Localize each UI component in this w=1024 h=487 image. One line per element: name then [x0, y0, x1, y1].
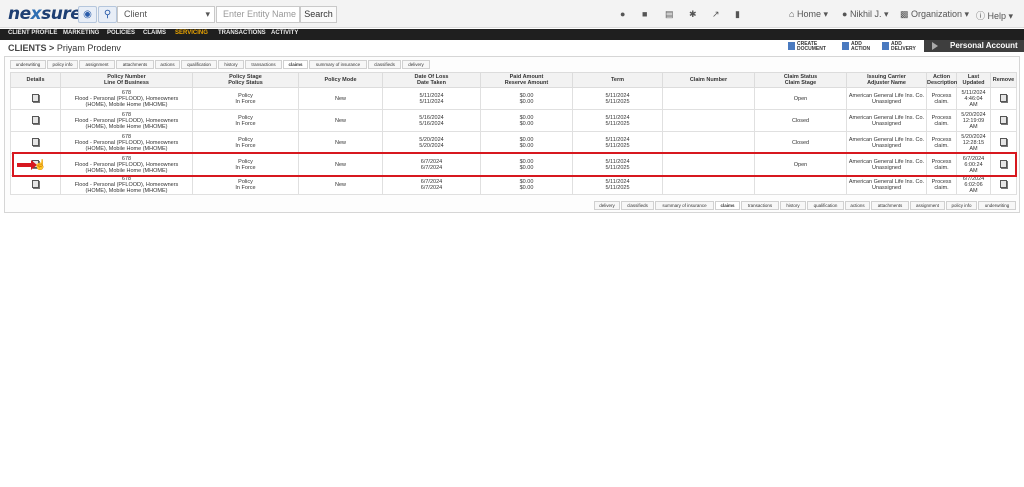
tab-assignment-bottom[interactable]: assignment	[910, 201, 945, 210]
details-icon[interactable]	[32, 137, 39, 146]
tab-claims-bottom[interactable]: claims	[715, 201, 740, 210]
table-row: 678 Flood - Personal (PFLOOD), Homeowners…	[10, 175, 1017, 195]
tab-classifieds[interactable]: classifieds	[368, 60, 401, 69]
tab-claims[interactable]: claims	[283, 60, 308, 69]
chat-icon[interactable]: ■	[642, 9, 647, 19]
tab-transactions[interactable]: transactions	[245, 60, 282, 69]
calendar-icon	[842, 42, 849, 50]
help-menu[interactable]: ⓘ Help ▾	[976, 9, 1013, 22]
tab-underwriting-bottom[interactable]: underwriting	[978, 201, 1016, 210]
row-highlight-box	[12, 152, 1017, 177]
bottom-tabs: delivery classifieds summary of insuranc…	[0, 201, 1024, 211]
tab-assignment[interactable]: assignment	[79, 60, 115, 69]
col-policy-mode[interactable]: Policy Mode	[298, 72, 383, 88]
bookmark-icon[interactable]: ▮	[735, 9, 740, 20]
tab-underwriting[interactable]: underwriting	[10, 60, 46, 69]
col-date-of-loss[interactable]: Date Of Loss Date Taken	[382, 72, 481, 88]
tab-qualification-bottom[interactable]: qualification	[807, 201, 844, 210]
remove-icon[interactable]	[1000, 137, 1007, 146]
user-menu[interactable]: ● Nikhil J. ▾	[842, 9, 888, 20]
tab-history[interactable]: history	[218, 60, 244, 69]
tab-classifieds-bottom[interactable]: classifieds	[621, 201, 654, 210]
delivery-icon	[882, 42, 889, 50]
col-term[interactable]: Term	[572, 72, 663, 88]
col-claim-number[interactable]: Claim Number	[662, 72, 755, 88]
table-header-row: Details Policy Number Line Of Business Po…	[10, 72, 1017, 88]
create-document-button[interactable]: CREATE DOCUMENT	[788, 42, 826, 52]
top-tabs: underwriting policy info assignment atta…	[0, 60, 1024, 70]
tab-summary-of-insurance-bottom[interactable]: summary of insurance	[655, 201, 714, 210]
tab-attachments-bottom[interactable]: attachments	[871, 201, 909, 210]
gear-icon[interactable]: ✱	[689, 9, 697, 20]
tab-summary-of-insurance[interactable]: summary of insurance	[309, 60, 367, 69]
col-claim-status[interactable]: Claim Status Claim Stage	[754, 72, 847, 88]
home-icon: ⌂	[789, 9, 795, 19]
table-row: 678 Flood - Personal (PFLOOD), Homeowners…	[10, 87, 1017, 110]
nav-client-profile[interactable]: CLIENT PROFILE	[8, 30, 57, 36]
breadcrumb-client: Priyam Prodenv	[56, 43, 121, 53]
remove-icon[interactable]	[1000, 93, 1007, 102]
binoculars-icon[interactable]: ◉	[78, 6, 97, 23]
tab-attachments[interactable]: attachments	[116, 60, 154, 69]
col-paid-amount[interactable]: Paid Amount Reserve Amount	[480, 72, 573, 88]
breadcrumb-root[interactable]: CLIENTS	[8, 43, 47, 53]
table-row: 678 Flood - Personal (PFLOOD), Homeowners…	[10, 109, 1017, 132]
col-last-updated[interactable]: Last Updated	[956, 72, 991, 88]
add-action-button[interactable]: ADD ACTION	[842, 42, 870, 52]
nav-servicing[interactable]: SERVICING	[175, 30, 208, 36]
tab-history-bottom[interactable]: history	[780, 201, 806, 210]
tab-actions-bottom[interactable]: actions	[845, 201, 870, 210]
nav-transactions[interactable]: TRANSACTIONS	[218, 30, 266, 36]
breadcrumb: CLIENTS > Priyam Prodenv	[8, 43, 121, 53]
hand-cursor-icon: ☝	[34, 160, 47, 171]
col-action-description[interactable]: Action Description	[926, 72, 957, 88]
nexsure-logo[interactable]: nexsure	[8, 4, 82, 24]
list-icon[interactable]: ▤	[665, 9, 674, 20]
top-bar: nexsure ◉ ⚲ Client ▾ Enter Entity Name Se…	[0, 0, 1024, 28]
policy-cell: 678 Flood - Personal (PFLOOD), Homeowners…	[60, 87, 193, 110]
organization-icon: ▩	[900, 9, 909, 19]
nav-claims[interactable]: CLAIMS	[143, 30, 166, 36]
nav-policies[interactable]: POLICIES	[107, 30, 135, 36]
col-details[interactable]: Details	[10, 72, 61, 88]
home-menu[interactable]: ⌂ Home ▾	[789, 9, 828, 20]
remove-icon[interactable]	[1000, 180, 1007, 188]
search-button[interactable]: Search	[300, 6, 337, 23]
tab-transactions-bottom[interactable]: transactions	[741, 201, 779, 210]
col-policy-stage[interactable]: Policy Stage Policy Status	[192, 72, 299, 88]
tab-delivery-bottom[interactable]: delivery	[594, 201, 620, 210]
details-icon[interactable]	[32, 180, 39, 188]
entity-name-input[interactable]: Enter Entity Name	[216, 6, 300, 23]
expand-arrow-icon	[932, 42, 938, 50]
main-nav: CLIENT PROFILE MARKETING POLICIES CLAIMS…	[0, 29, 1024, 40]
col-issuing-carrier[interactable]: Issuing Carrier Adjuster Name	[846, 72, 927, 88]
personal-account-tab[interactable]: Personal Account	[924, 40, 1024, 52]
help-icon: ⓘ	[976, 11, 986, 21]
tab-actions[interactable]: actions	[155, 60, 180, 69]
organization-menu[interactable]: ▩ Organization ▾	[900, 9, 969, 20]
external-link-icon[interactable]: ↗	[712, 9, 720, 20]
col-policy-number[interactable]: Policy Number Line Of Business	[60, 72, 193, 88]
tab-policy-info-bottom[interactable]: policy info	[946, 201, 977, 210]
user-icon: ●	[842, 9, 848, 19]
bell-icon[interactable]: ●	[620, 9, 625, 19]
remove-icon[interactable]	[1000, 115, 1007, 124]
details-icon[interactable]	[32, 115, 39, 124]
nav-marketing[interactable]: MARKETING	[63, 30, 99, 36]
document-icon	[788, 42, 795, 50]
col-remove: Remove	[990, 72, 1017, 88]
search-icon[interactable]: ⚲	[98, 6, 117, 23]
table-row: 678 Flood - Personal (PFLOOD), Homeowners…	[10, 131, 1017, 154]
search-type-select[interactable]: Client ▾	[117, 6, 215, 23]
breadcrumb-separator: >	[49, 43, 55, 53]
details-icon[interactable]	[32, 93, 39, 102]
tab-qualification[interactable]: qualification	[181, 60, 217, 69]
add-delivery-button[interactable]: ADD DELIVERY	[882, 42, 916, 52]
tab-delivery[interactable]: delivery	[402, 60, 430, 69]
tab-policy-info[interactable]: policy info	[47, 60, 78, 69]
nav-activity[interactable]: ACTIVITY	[271, 30, 298, 36]
